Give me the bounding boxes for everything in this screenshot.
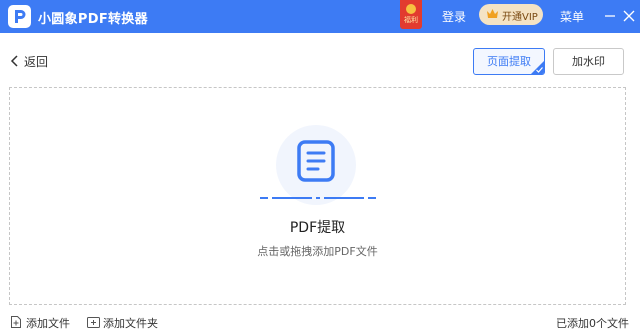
coin-icon: [406, 4, 416, 14]
add-watermark-button[interactable]: 加水印: [553, 48, 624, 75]
file-drop-zone[interactable]: PDF提取 点击或拖拽添加PDF文件: [9, 87, 626, 305]
add-file-label: 添加文件: [26, 317, 70, 330]
add-folder-icon: [87, 317, 100, 328]
page-extract-label: 页面提取: [487, 55, 531, 68]
chevron-left-icon: [10, 55, 18, 67]
welfare-gift-button[interactable]: 福利: [400, 0, 422, 29]
back-label: 返回: [24, 55, 49, 69]
title-bar: 小圆象PDF转换器 福利 登录 开通VIP 菜单: [0, 0, 640, 33]
add-file-icon: [11, 316, 21, 328]
close-icon[interactable]: [622, 9, 636, 23]
file-count-status: 已添加0个文件: [556, 317, 629, 330]
crown-icon: [487, 9, 498, 18]
minimize-icon[interactable]: [603, 9, 617, 23]
page-extract-button[interactable]: 页面提取: [473, 48, 545, 75]
document-icon-background: [276, 125, 356, 205]
app-logo-icon: [8, 5, 31, 28]
drop-zone-hint: 点击或拖拽添加PDF文件: [257, 245, 378, 258]
drop-zone-title: PDF提取: [289, 220, 346, 236]
add-folder-label: 添加文件夹: [103, 317, 158, 330]
menu-button[interactable]: 菜单: [560, 8, 584, 25]
decorative-dashes: [260, 197, 376, 199]
check-icon: [536, 67, 543, 73]
vip-label: 开通VIP: [502, 12, 538, 23]
login-button[interactable]: 登录: [442, 8, 466, 25]
document-icon: [297, 140, 335, 182]
welfare-label: 福利: [404, 16, 418, 24]
app-title: 小圆象PDF转换器: [38, 12, 148, 27]
open-vip-button[interactable]: 开通VIP: [479, 4, 543, 25]
